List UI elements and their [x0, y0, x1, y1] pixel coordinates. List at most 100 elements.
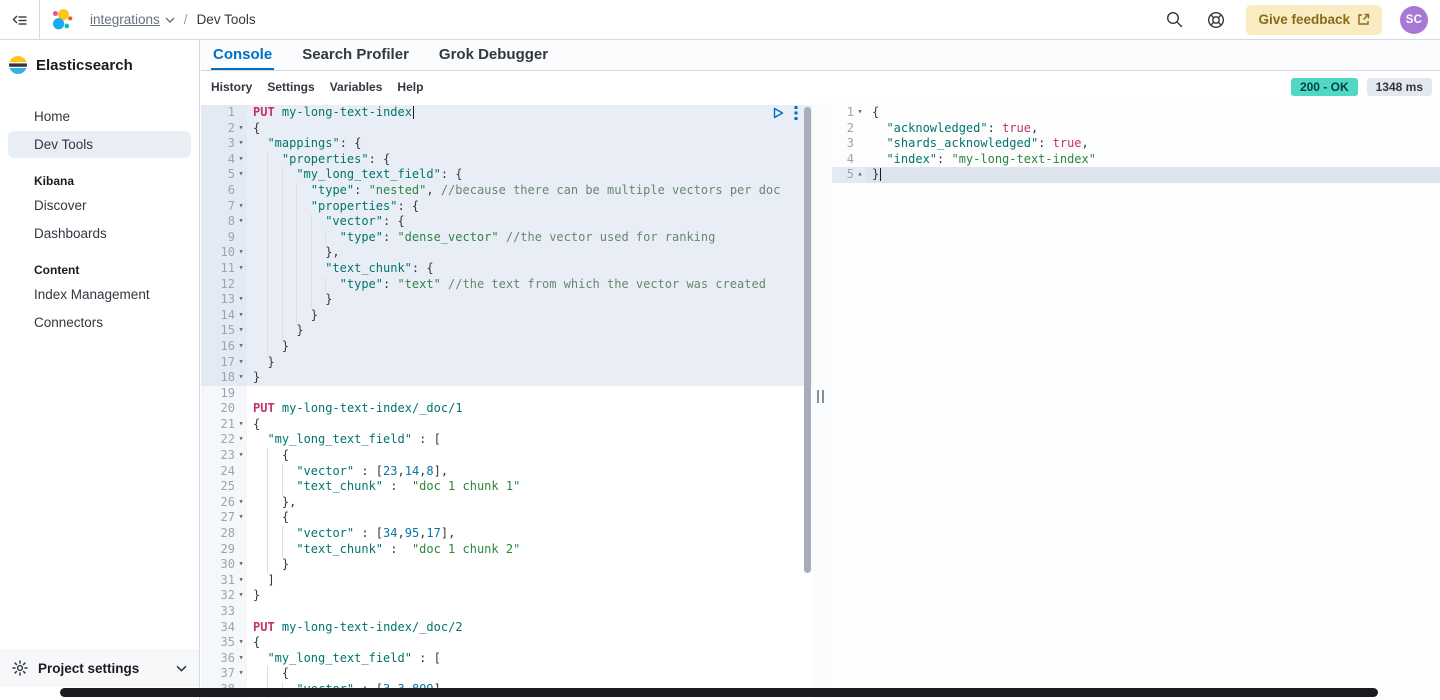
- response-line-4[interactable]: 4 "index": "my-long-text-index": [832, 152, 1440, 168]
- send-request-button[interactable]: [773, 107, 784, 119]
- external-link-icon: [1357, 13, 1370, 26]
- console-menu-settings[interactable]: Settings: [267, 80, 314, 94]
- fold-toggle-icon[interactable]: ▾: [235, 417, 247, 433]
- editor-line-6[interactable]: 6 "type": "nested", //because there can …: [201, 183, 812, 199]
- response-viewer[interactable]: 1▾{2 "acknowledged": true,3 "shards_ackn…: [832, 103, 1440, 700]
- sidebar-item-index-management[interactable]: Index Management: [8, 281, 191, 308]
- editor-line-32[interactable]: 32▾}: [201, 588, 812, 604]
- fold-toggle-icon[interactable]: ▾: [235, 588, 247, 604]
- editor-line-31[interactable]: 31▾ ]: [201, 573, 812, 589]
- search-button[interactable]: [1162, 8, 1186, 32]
- editor-line-9[interactable]: 9 "type": "dense_vector" //the vector us…: [201, 230, 812, 246]
- sidebar-item-discover[interactable]: Discover: [8, 192, 191, 219]
- fold-toggle-icon[interactable]: ▾: [235, 557, 247, 573]
- request-options-button[interactable]: [794, 106, 798, 120]
- editor-scrollbar[interactable]: [804, 107, 811, 573]
- fold-toggle-icon[interactable]: ▾: [235, 666, 247, 682]
- editor-line-1[interactable]: 1PUT my-long-text-index: [201, 105, 812, 121]
- editor-line-15[interactable]: 15▾ }: [201, 323, 812, 339]
- editor-line-12[interactable]: 12 "type": "text" //the text from which …: [201, 277, 812, 293]
- editor-line-24[interactable]: 24 "vector" : [23,14,8],: [201, 464, 812, 480]
- fold-toggle-icon[interactable]: ▾: [235, 495, 247, 511]
- tab-console[interactable]: Console: [211, 40, 274, 70]
- editor-line-30[interactable]: 30▾ }: [201, 557, 812, 573]
- editor-line-13[interactable]: 13▾ }: [201, 292, 812, 308]
- editor-line-5[interactable]: 5▾ "my_long_text_field": {: [201, 167, 812, 183]
- editor-line-11[interactable]: 11▾ "text_chunk": {: [201, 261, 812, 277]
- fold-toggle-icon[interactable]: ▾: [235, 355, 247, 371]
- tab-grok-debugger[interactable]: Grok Debugger: [437, 40, 550, 70]
- request-editor[interactable]: 1PUT my-long-text-index2▾{3▾ "mappings":…: [201, 103, 812, 700]
- response-line-3[interactable]: 3 "shards_acknowledged": true,: [832, 136, 1440, 152]
- fold-toggle-icon[interactable]: ▾: [235, 167, 247, 183]
- line-gutter: 30▾: [201, 557, 247, 573]
- fold-toggle-icon[interactable]: ▾: [235, 121, 247, 137]
- console-menu-history[interactable]: History: [211, 80, 252, 94]
- fold-toggle-icon[interactable]: ▾: [235, 308, 247, 324]
- editor-line-27[interactable]: 27▾ {: [201, 510, 812, 526]
- editor-line-26[interactable]: 26▾ },: [201, 495, 812, 511]
- console-menu-variables[interactable]: Variables: [330, 80, 383, 94]
- fold-toggle-icon[interactable]: ▾: [235, 339, 247, 355]
- collapse-nav-button[interactable]: [0, 0, 40, 39]
- fold-toggle-icon[interactable]: ▾: [235, 199, 247, 215]
- fold-toggle-icon[interactable]: ▾: [235, 136, 247, 152]
- editor-line-22[interactable]: 22▾ "my_long_text_field" : [: [201, 432, 812, 448]
- response-line-5[interactable]: 5▴}: [832, 167, 1440, 183]
- editor-line-36[interactable]: 36▾ "my_long_text_field" : [: [201, 651, 812, 667]
- fold-toggle-icon[interactable]: ▾: [235, 635, 247, 651]
- fold-toggle-icon[interactable]: ▾: [235, 651, 247, 667]
- editor-line-19[interactable]: 19: [201, 386, 812, 402]
- editor-line-28[interactable]: 28 "vector" : [34,95,17],: [201, 526, 812, 542]
- project-settings-button[interactable]: Project settings: [0, 649, 199, 687]
- fold-toggle-icon[interactable]: ▾: [235, 370, 247, 386]
- response-line-1[interactable]: 1▾{: [832, 105, 1440, 121]
- editor-line-17[interactable]: 17▾ }: [201, 355, 812, 371]
- sidebar-item-dev-tools[interactable]: Dev Tools: [8, 131, 191, 158]
- fold-toggle-icon[interactable]: ▾: [235, 292, 247, 308]
- fold-toggle-icon[interactable]: ▾: [235, 432, 247, 448]
- panel-resizer[interactable]: [812, 103, 832, 700]
- user-avatar[interactable]: SC: [1400, 6, 1428, 34]
- editor-line-14[interactable]: 14▾ }: [201, 308, 812, 324]
- editor-line-37[interactable]: 37▾ {: [201, 666, 812, 682]
- breadcrumb-integrations[interactable]: integrations: [90, 12, 175, 27]
- editor-line-3[interactable]: 3▾ "mappings": {: [201, 136, 812, 152]
- fold-toggle-icon[interactable]: ▾: [235, 245, 247, 261]
- editor-line-2[interactable]: 2▾{: [201, 121, 812, 137]
- editor-line-8[interactable]: 8▾ "vector": {: [201, 214, 812, 230]
- fold-toggle-icon[interactable]: ▾: [235, 510, 247, 526]
- editor-line-23[interactable]: 23▾ {: [201, 448, 812, 464]
- sidebar-item-connectors[interactable]: Connectors: [8, 309, 191, 336]
- editor-line-7[interactable]: 7▾ "properties": {: [201, 199, 812, 215]
- editor-line-21[interactable]: 21▾{: [201, 417, 812, 433]
- help-button[interactable]: [1204, 8, 1228, 32]
- code-text: [247, 386, 812, 402]
- editor-line-16[interactable]: 16▾ }: [201, 339, 812, 355]
- give-feedback-button[interactable]: Give feedback: [1246, 5, 1382, 35]
- editor-line-20[interactable]: 20PUT my-long-text-index/_doc/1: [201, 401, 812, 417]
- elastic-logo[interactable]: [50, 7, 76, 33]
- editor-line-35[interactable]: 35▾{: [201, 635, 812, 651]
- tab-search-profiler[interactable]: Search Profiler: [300, 40, 411, 70]
- sidebar-item-dashboards[interactable]: Dashboards: [8, 220, 191, 247]
- sidebar-item-home[interactable]: Home: [8, 103, 191, 130]
- fold-toggle-icon[interactable]: ▾: [235, 152, 247, 168]
- fold-toggle-icon[interactable]: ▴: [854, 167, 866, 183]
- console-menu-help[interactable]: Help: [397, 80, 423, 94]
- fold-toggle-icon[interactable]: ▾: [235, 214, 247, 230]
- editor-line-29[interactable]: 29 "text_chunk" : "doc 1 chunk 2": [201, 542, 812, 558]
- fold-toggle-icon[interactable]: ▾: [235, 261, 247, 277]
- editor-line-33[interactable]: 33: [201, 604, 812, 620]
- editor-line-10[interactable]: 10▾ },: [201, 245, 812, 261]
- fold-toggle-icon[interactable]: ▾: [235, 448, 247, 464]
- editor-line-4[interactable]: 4▾ "properties": {: [201, 152, 812, 168]
- fold-toggle-icon[interactable]: ▾: [854, 105, 866, 121]
- indent-guide: [282, 277, 296, 293]
- fold-toggle-icon[interactable]: ▾: [235, 573, 247, 589]
- editor-line-25[interactable]: 25 "text_chunk" : "doc 1 chunk 1": [201, 479, 812, 495]
- editor-line-18[interactable]: 18▾}: [201, 370, 812, 386]
- fold-toggle-icon[interactable]: ▾: [235, 323, 247, 339]
- response-line-2[interactable]: 2 "acknowledged": true,: [832, 121, 1440, 137]
- editor-line-34[interactable]: 34PUT my-long-text-index/_doc/2: [201, 620, 812, 636]
